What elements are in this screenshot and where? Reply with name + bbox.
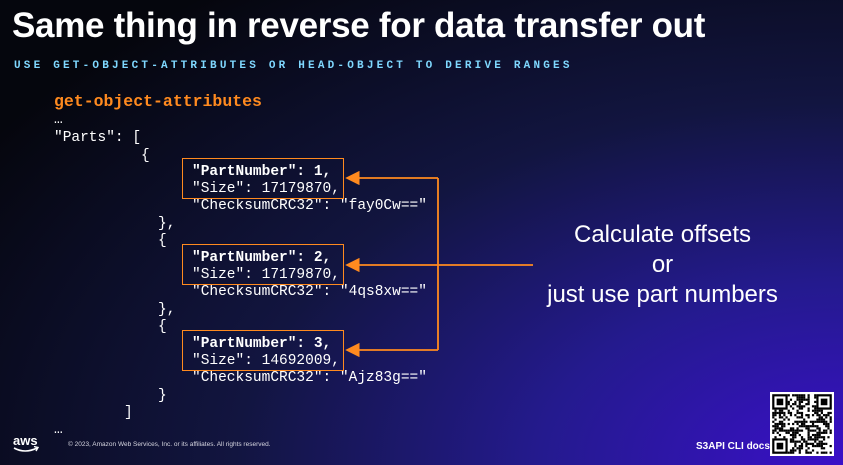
aws-logo-icon: aws: [12, 433, 42, 460]
footer-copyright: © 2023, Amazon Web Services, Inc. or its…: [68, 441, 271, 448]
svg-text:aws: aws: [13, 433, 38, 448]
docs-label: S3API CLI docs:: [696, 441, 774, 452]
callout-text: Calculate offsets or just use part numbe…: [520, 220, 805, 310]
callout-line-1: Calculate offsets: [574, 221, 751, 248]
callout-line-3: just use part numbers: [547, 281, 778, 308]
qr-code-icon[interactable]: [770, 392, 834, 456]
callout-line-2: or: [651, 251, 674, 278]
